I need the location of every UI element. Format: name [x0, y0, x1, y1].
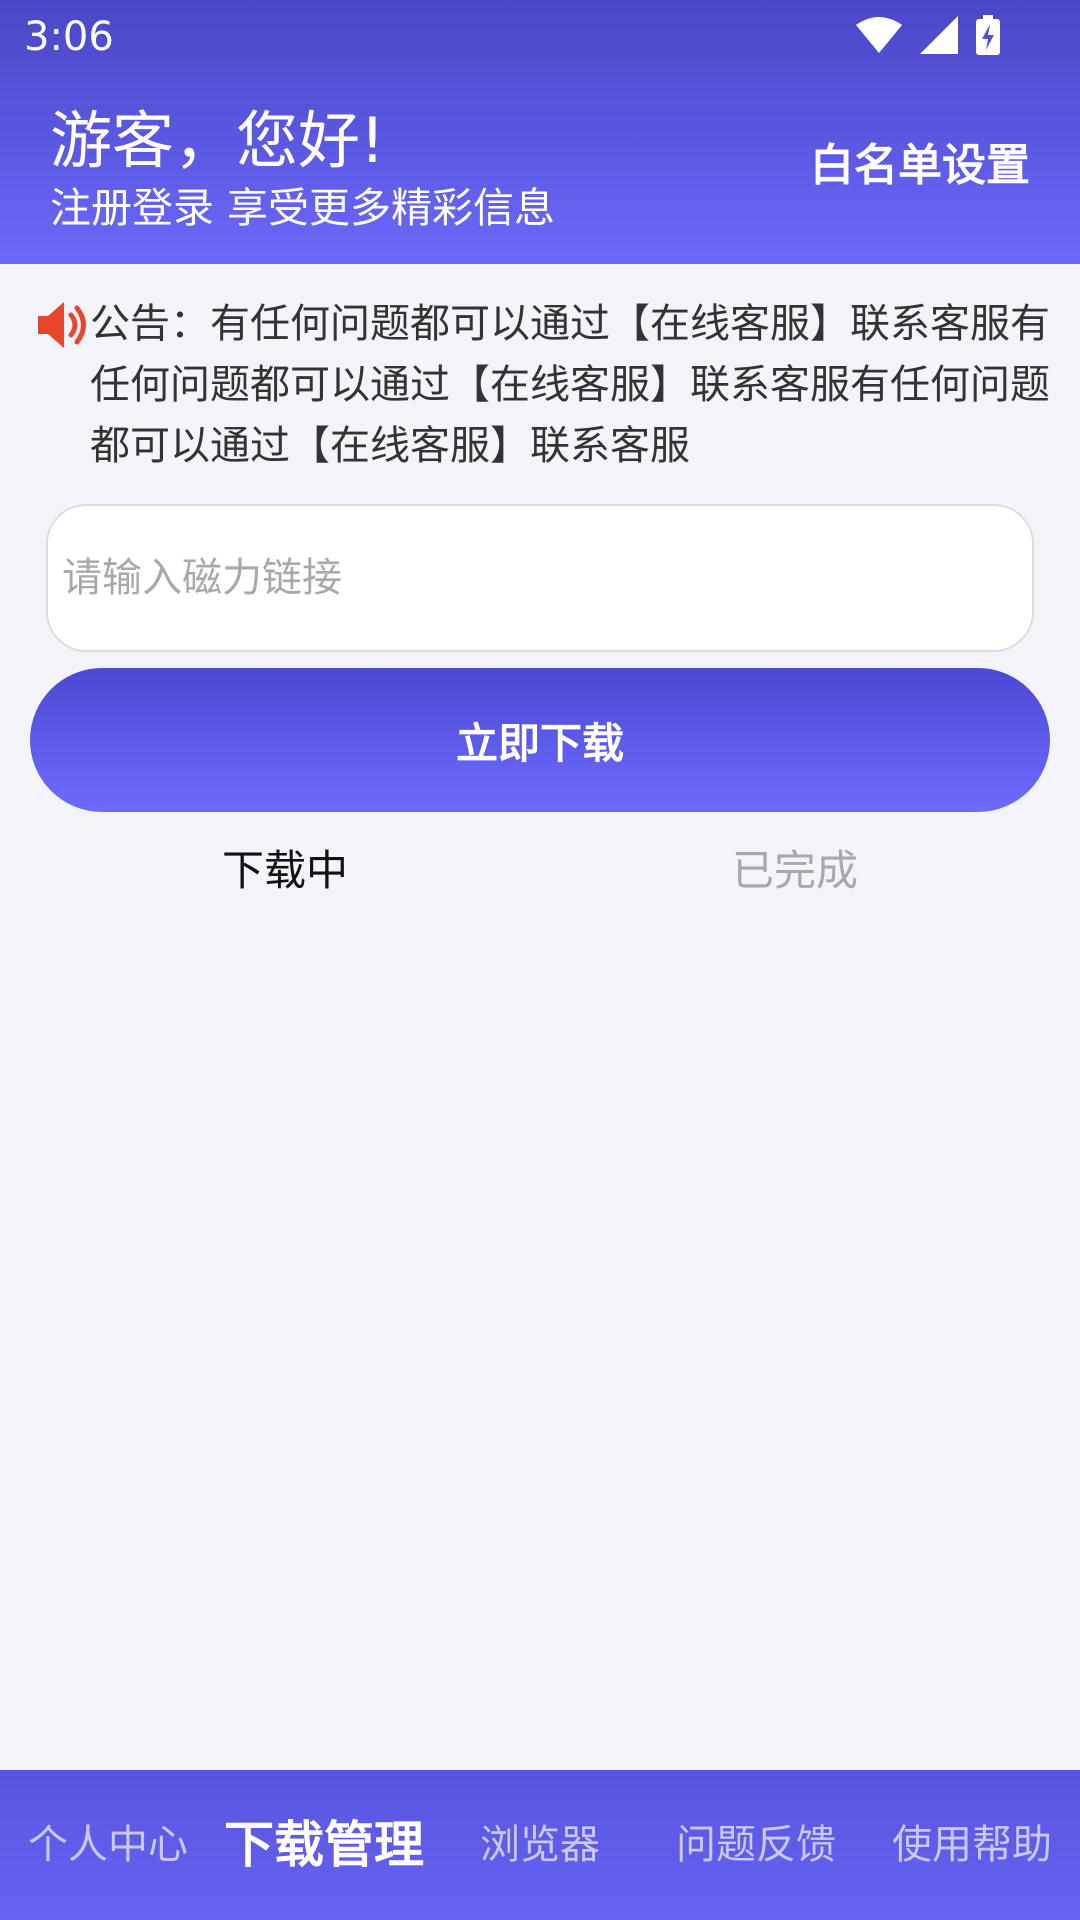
speaker-icon [34, 298, 90, 352]
app-screen: 3:06 游客，您好! 注册登录 享受更多精彩信息 白名单设置 公告：有任何问题… [0, 0, 1080, 1920]
announcement-text: 公告：有任何问题都可以通过【在线客服】联系客服有任何问题都可以通过【在线客服】联… [90, 301, 1050, 469]
nav-download-manager[interactable]: 下载管理 [216, 1770, 432, 1920]
login-prompt[interactable]: 注册登录 享受更多精彩信息 [50, 182, 555, 234]
signal-icon [920, 16, 958, 54]
download-now-button[interactable]: 立即下载 [30, 668, 1050, 812]
wifi-icon [856, 17, 902, 53]
whitelist-settings-button[interactable]: 白名单设置 [810, 138, 1030, 194]
bottom-navigation: 个人中心 下载管理 浏览器 问题反馈 使用帮助 [0, 1770, 1080, 1920]
nav-personal-center[interactable]: 个人中心 [0, 1770, 216, 1920]
tab-downloading[interactable]: 下载中 [155, 842, 415, 900]
nav-help[interactable]: 使用帮助 [864, 1770, 1080, 1920]
greeting-title: 游客，您好! [50, 104, 385, 177]
status-time: 3:06 [24, 14, 114, 60]
nav-feedback[interactable]: 问题反馈 [648, 1770, 864, 1920]
nav-browser[interactable]: 浏览器 [432, 1770, 648, 1920]
battery-charging-icon [976, 15, 1000, 55]
magnet-link-input[interactable] [46, 504, 1034, 652]
tab-completed[interactable]: 已完成 [665, 842, 925, 900]
status-icons [856, 14, 1000, 56]
header-area: 3:06 游客，您好! 注册登录 享受更多精彩信息 白名单设置 [0, 0, 1080, 264]
